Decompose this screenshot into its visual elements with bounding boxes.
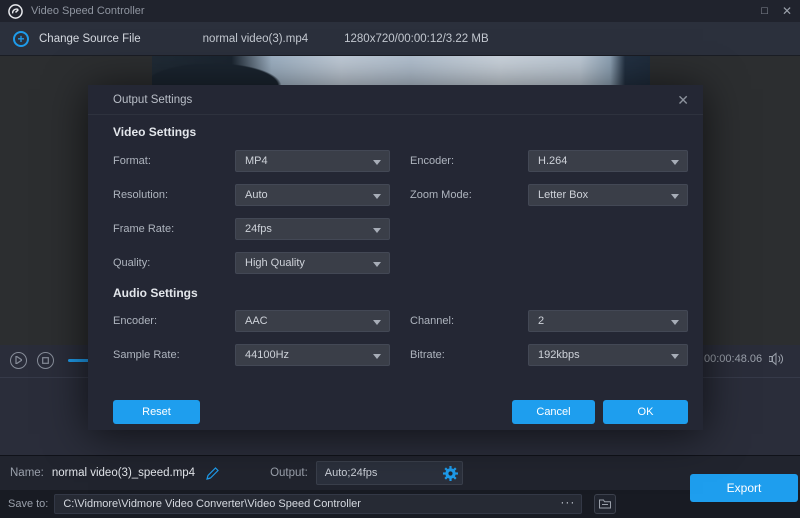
save-to-label: Save to:: [8, 498, 48, 510]
output-profile-field[interactable]: Auto;24fps: [316, 461, 463, 485]
zoom-mode-label: Zoom Mode:: [410, 189, 510, 201]
frame-rate-row: Frame Rate: 24fps: [113, 218, 688, 240]
channel-value: 2: [538, 315, 544, 327]
dialog-title: Output Settings: [113, 94, 192, 106]
output-filename: normal video(3)_speed.mp4: [52, 467, 195, 479]
quality-dropdown[interactable]: High Quality: [235, 252, 390, 274]
plus-icon: +: [13, 31, 29, 47]
format-dropdown[interactable]: MP4: [235, 150, 390, 172]
resolution-dropdown[interactable]: Auto: [235, 184, 390, 206]
export-button[interactable]: Export: [690, 474, 798, 502]
audio-encoder-dropdown[interactable]: AAC: [235, 310, 390, 332]
zoom-mode-dropdown[interactable]: Letter Box: [528, 184, 688, 206]
change-source-file-label: Change Source File: [39, 33, 141, 45]
close-button[interactable]: ✕: [782, 5, 792, 17]
save-to-path-field[interactable]: C:\Vidmore\Vidmore Video Converter\Video…: [54, 494, 582, 514]
play-button[interactable]: [10, 352, 27, 369]
video-frame: [152, 56, 650, 85]
sample-rate-dropdown[interactable]: 44100Hz: [235, 344, 390, 366]
gear-icon[interactable]: [442, 465, 459, 482]
output-label: Output:: [270, 467, 308, 479]
video-settings-heading: Video Settings: [113, 125, 703, 139]
save-to-path-value: C:\Vidmore\Vidmore Video Converter\Video…: [63, 498, 361, 510]
channel-dropdown[interactable]: 2: [528, 310, 688, 332]
open-folder-button[interactable]: [594, 494, 616, 514]
stop-button[interactable]: [37, 352, 54, 369]
source-file-info: 1280x720/00:00:12/3.22 MB: [344, 33, 489, 45]
resolution-zoommode-row: Resolution: Auto Zoom Mode: Letter Box: [113, 184, 688, 206]
ok-button[interactable]: OK: [603, 400, 688, 424]
chevron-down-icon: [373, 228, 381, 233]
chevron-down-icon: [373, 354, 381, 359]
encoder-value: H.264: [538, 155, 567, 167]
dialog-close-icon[interactable]: ✕: [677, 93, 689, 107]
output-settings-dialog: Output Settings ✕ Video Settings Format:…: [88, 85, 703, 430]
chevron-down-icon: [671, 354, 679, 359]
resolution-label: Resolution:: [113, 189, 235, 201]
volume-icon[interactable]: [769, 352, 785, 366]
audio-encoder-label: Encoder:: [113, 315, 235, 327]
format-encoder-row: Format: MP4 Encoder: H.264: [113, 150, 688, 172]
cancel-button[interactable]: Cancel: [512, 400, 595, 424]
chevron-down-icon: [671, 160, 679, 165]
format-label: Format:: [113, 155, 235, 167]
toolbar: + Change Source File normal video(3).mp4…: [0, 22, 800, 56]
format-value: MP4: [245, 155, 268, 167]
chevron-down-icon: [373, 320, 381, 325]
bitrate-dropdown[interactable]: 192kbps: [528, 344, 688, 366]
encoder-label: Encoder:: [410, 155, 510, 167]
audio-encoder-value: AAC: [245, 315, 268, 327]
quality-label: Quality:: [113, 257, 235, 269]
audio-settings-heading: Audio Settings: [113, 286, 703, 300]
save-to-row: Save to: C:\Vidmore\Vidmore Video Conver…: [0, 490, 800, 518]
chevron-down-icon: [671, 194, 679, 199]
channel-label: Channel:: [410, 315, 510, 327]
frame-rate-dropdown[interactable]: 24fps: [235, 218, 390, 240]
dialog-header: Output Settings ✕: [88, 85, 703, 115]
folder-icon: [599, 499, 611, 509]
edit-name-icon[interactable]: [205, 466, 220, 481]
dialog-footer: Reset Cancel OK: [113, 400, 688, 424]
chevron-down-icon: [671, 320, 679, 325]
title-bar: Video Speed Controller □ ✕: [0, 0, 800, 22]
name-row: Name: normal video(3)_speed.mp4 Output: …: [0, 455, 800, 490]
output-profile-value: Auto;24fps: [325, 467, 378, 479]
name-label: Name:: [10, 467, 44, 479]
bitrate-value: 192kbps: [538, 349, 580, 361]
app-logo-icon: [8, 4, 23, 19]
frame-rate-label: Frame Rate:: [113, 223, 235, 235]
chevron-down-icon: [373, 262, 381, 267]
sample-rate-label: Sample Rate:: [113, 349, 235, 361]
playback-time: 00:00:48.06: [704, 353, 762, 365]
change-source-file-button[interactable]: + Change Source File: [13, 31, 141, 47]
encoder-dropdown[interactable]: H.264: [528, 150, 688, 172]
bitrate-label: Bitrate:: [410, 349, 510, 361]
window-title: Video Speed Controller: [31, 5, 145, 17]
audio-encoder-channel-row: Encoder: AAC Channel: 2: [113, 310, 688, 332]
maximize-button[interactable]: □: [761, 6, 768, 17]
reset-button[interactable]: Reset: [113, 400, 200, 424]
quality-row: Quality: High Quality: [113, 252, 688, 274]
source-filename: normal video(3).mp4: [203, 33, 308, 45]
chevron-down-icon: [373, 160, 381, 165]
chevron-down-icon: [373, 194, 381, 199]
sample-rate-value: 44100Hz: [245, 349, 289, 361]
browse-folder-button[interactable]: ···: [560, 495, 575, 513]
frame-rate-value: 24fps: [245, 223, 272, 235]
quality-value: High Quality: [245, 257, 305, 269]
sample-rate-bitrate-row: Sample Rate: 44100Hz Bitrate: 192kbps: [113, 344, 688, 366]
zoom-mode-value: Letter Box: [538, 189, 588, 201]
resolution-value: Auto: [245, 189, 268, 201]
